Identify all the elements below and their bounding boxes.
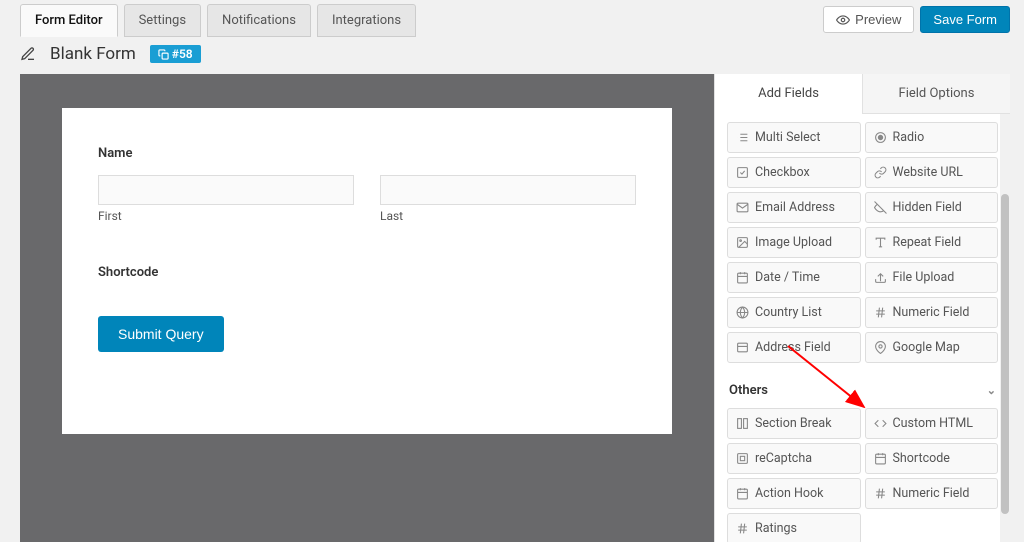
image-icon [736, 236, 749, 249]
field-button-numeric-field[interactable]: Numeric Field [865, 297, 999, 328]
submit-button[interactable]: Submit Query [98, 316, 224, 352]
field-label: Ratings [755, 521, 797, 536]
form-id-text: #58 [172, 47, 193, 61]
list-icon [736, 131, 749, 144]
tab-form-editor[interactable]: Form Editor [20, 4, 118, 37]
field-label: Shortcode [893, 451, 950, 466]
hash-icon [736, 522, 749, 535]
hash-icon [874, 487, 887, 500]
field-button-hidden-field[interactable]: Hidden Field [865, 192, 999, 223]
copy-icon [158, 49, 169, 60]
eye-icon [836, 13, 850, 27]
upload-icon [874, 271, 887, 284]
field-label: Multi Select [755, 130, 820, 145]
form-canvas-area[interactable]: Name First Last Shortcode Submit Query [20, 74, 714, 542]
field-label: Date / Time [755, 270, 820, 285]
calendar-icon [736, 271, 749, 284]
calendar-icon [874, 452, 887, 465]
globe-icon [736, 306, 749, 319]
shortcode-field-label: Shortcode [98, 265, 636, 280]
field-label: Custom HTML [893, 416, 973, 431]
tab-integrations[interactable]: Integrations [317, 4, 416, 37]
others-grid: Section Break Custom HTML reCaptcha Shortco… [727, 408, 998, 542]
others-section-title: Others [729, 383, 768, 398]
field-label: Website URL [893, 165, 963, 180]
field-label: Numeric Field [893, 305, 970, 320]
preview-button[interactable]: Preview [823, 6, 914, 33]
fields-grid: Multi Select Radio Checkbox Website URL Emai… [727, 122, 998, 363]
other-field-button-numeric-field[interactable]: Numeric Field [865, 478, 999, 509]
sidebar-scrollbar-track[interactable] [1000, 114, 1010, 542]
field-label: Address Field [755, 340, 831, 355]
repeat-icon [874, 236, 887, 249]
field-label: Image Upload [755, 235, 832, 250]
sidebar-tab-field-options[interactable]: Field Options [862, 74, 1010, 114]
field-button-multi-select[interactable]: Multi Select [727, 122, 861, 153]
tab-notifications[interactable]: Notifications [207, 4, 311, 37]
field-label: Action Hook [755, 486, 823, 501]
other-field-button-action-hook[interactable]: Action Hook [727, 478, 861, 509]
pin-icon [874, 341, 887, 354]
form-title[interactable]: Blank Form [50, 44, 136, 64]
dot-icon [874, 131, 887, 144]
field-label: Email Address [755, 200, 835, 215]
editor-tabs: Form Editor Settings Notifications Integ… [20, 4, 416, 37]
calendar-icon [736, 487, 749, 500]
field-label: Repeat Field [893, 235, 962, 250]
field-button-radio[interactable]: Radio [865, 122, 999, 153]
name-field-label: Name [98, 146, 636, 161]
others-section-header[interactable]: Others ⌄ [729, 383, 996, 398]
first-name-sublabel: First [98, 209, 354, 223]
field-label: Hidden Field [893, 200, 962, 215]
field-button-website-url[interactable]: Website URL [865, 157, 999, 188]
field-label: Google Map [893, 340, 960, 355]
form-canvas: Name First Last Shortcode Submit Query [62, 108, 672, 434]
field-label: Checkbox [755, 165, 810, 180]
field-button-email-address[interactable]: Email Address [727, 192, 861, 223]
sidebar-tab-add-fields[interactable]: Add Fields [715, 74, 862, 114]
last-name-input[interactable] [380, 175, 636, 205]
last-name-sublabel: Last [380, 209, 636, 223]
chevron-down-icon: ⌄ [987, 384, 996, 397]
link-icon [874, 166, 887, 179]
field-button-image-upload[interactable]: Image Upload [727, 227, 861, 258]
rec-icon [736, 452, 749, 465]
check-icon [736, 166, 749, 179]
field-label: Numeric Field [893, 486, 970, 501]
other-field-button-section-break[interactable]: Section Break [727, 408, 861, 439]
save-form-button[interactable]: Save Form [920, 6, 1010, 33]
hash-icon [874, 306, 887, 319]
sidebar-scrollbar-thumb[interactable] [1001, 194, 1009, 514]
card-icon [736, 341, 749, 354]
field-button-address-field[interactable]: Address Field [727, 332, 861, 363]
field-label: Section Break [755, 416, 832, 431]
field-button-country-list[interactable]: Country List [727, 297, 861, 328]
preview-label: Preview [855, 12, 901, 27]
field-button-date-time[interactable]: Date / Time [727, 262, 861, 293]
form-id-badge[interactable]: #58 [150, 45, 201, 63]
other-field-button-custom-html[interactable]: Custom HTML [865, 408, 999, 439]
other-field-button-ratings[interactable]: Ratings [727, 513, 861, 542]
field-button-google-map[interactable]: Google Map [865, 332, 999, 363]
tab-settings[interactable]: Settings [124, 4, 201, 37]
other-field-button-recaptcha[interactable]: reCaptcha [727, 443, 861, 474]
eyeoff-icon [874, 201, 887, 214]
other-field-button-shortcode[interactable]: Shortcode [865, 443, 999, 474]
field-label: File Upload [893, 270, 955, 285]
sidebar: Add Fields Field Options Multi Select Rad… [714, 74, 1010, 542]
field-button-file-upload[interactable]: File Upload [865, 262, 999, 293]
field-button-repeat-field[interactable]: Repeat Field [865, 227, 999, 258]
field-label: Radio [893, 130, 925, 145]
field-button-checkbox[interactable]: Checkbox [727, 157, 861, 188]
field-label: Country List [755, 305, 822, 320]
mail-icon [736, 201, 749, 214]
edit-title-icon[interactable] [20, 46, 36, 62]
code-icon [874, 417, 887, 430]
columns-icon [736, 417, 749, 430]
first-name-input[interactable] [98, 175, 354, 205]
field-label: reCaptcha [755, 451, 812, 466]
